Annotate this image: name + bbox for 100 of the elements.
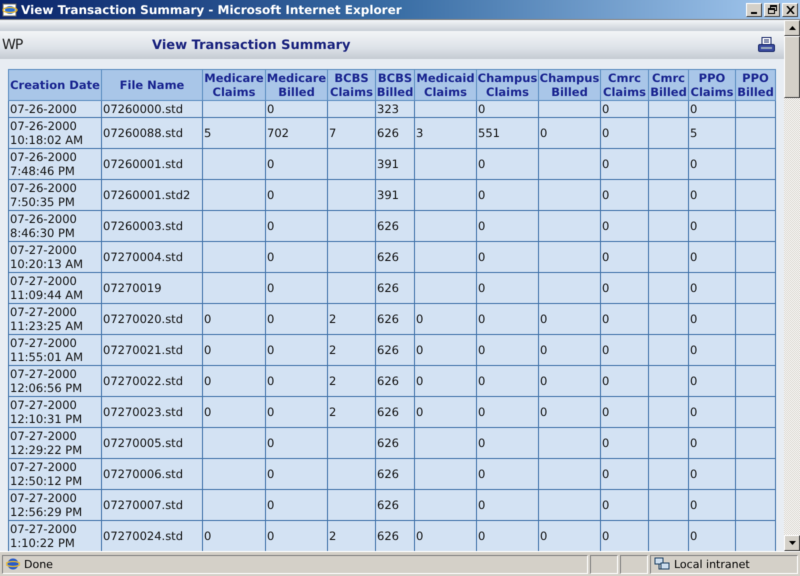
table-cell: 0 xyxy=(538,396,600,428)
table-cell xyxy=(648,334,688,366)
down-arrow-icon xyxy=(788,541,796,545)
table-cell xyxy=(414,490,476,520)
restore-button[interactable] xyxy=(764,2,780,16)
table-cell xyxy=(202,180,266,210)
minimize-button[interactable] xyxy=(746,2,762,16)
scroll-down-button[interactable] xyxy=(784,535,800,551)
table-cell: 626 xyxy=(376,458,414,490)
table-cell xyxy=(328,210,376,242)
table-cell: 0 xyxy=(476,396,538,428)
intranet-icon xyxy=(654,556,670,572)
table-cell: 07260000.std xyxy=(102,100,202,118)
table-cell: 626 xyxy=(376,272,414,304)
table-cell: 0 xyxy=(414,334,476,366)
table-cell: 0 xyxy=(266,304,328,334)
table-cell xyxy=(648,366,688,396)
table-cell: 626 xyxy=(376,396,414,428)
table-cell: 0 xyxy=(600,242,648,272)
table-cell xyxy=(736,490,776,520)
table-cell: 07-27-2000 11:55:01 AM xyxy=(8,334,102,366)
table-cell xyxy=(414,100,476,118)
table-cell: 0 xyxy=(538,304,600,334)
table-cell: 626 xyxy=(376,304,414,334)
table-cell xyxy=(648,428,688,458)
table-cell: 626 xyxy=(376,520,414,551)
table-cell xyxy=(736,304,776,334)
column-header: File Name xyxy=(102,70,202,100)
table-cell: 07270005.std xyxy=(102,428,202,458)
table-cell: 07260001.std2 xyxy=(102,180,202,210)
table-cell xyxy=(648,304,688,334)
column-header: BCBS Billed xyxy=(376,70,414,100)
table-cell: 702 xyxy=(266,118,328,148)
table-cell: 0 xyxy=(688,458,736,490)
table-cell: 0 xyxy=(688,304,736,334)
table-cell xyxy=(736,210,776,242)
table-cell: 2 xyxy=(328,334,376,366)
table-cell: 07-27-2000 1:10:22 PM xyxy=(8,520,102,551)
scroll-thumb[interactable] xyxy=(784,36,800,98)
table-cell xyxy=(538,490,600,520)
scrollbar[interactable] xyxy=(784,20,800,551)
table-cell: 0 xyxy=(600,100,648,118)
table-cell: 0 xyxy=(202,334,266,366)
table-cell xyxy=(736,180,776,210)
close-button[interactable] xyxy=(782,2,798,16)
table-cell: 07-27-2000 10:20:13 AM xyxy=(8,242,102,272)
table-cell: 0 xyxy=(202,366,266,396)
logo-text: WP xyxy=(1,37,24,53)
column-header: Cmrc Claims xyxy=(600,70,648,100)
column-header: BCBS Claims xyxy=(328,70,376,100)
scroll-up-button[interactable] xyxy=(784,20,800,36)
table-cell: 0 xyxy=(476,242,538,272)
table-cell: 0 xyxy=(202,396,266,428)
table-cell xyxy=(736,334,776,366)
table-cell xyxy=(736,118,776,148)
table-cell: 0 xyxy=(476,366,538,396)
table-cell: 07-27-2000 12:56:29 PM xyxy=(8,490,102,520)
table-cell xyxy=(202,458,266,490)
table-cell: 391 xyxy=(376,148,414,180)
table-cell xyxy=(648,272,688,304)
table-cell xyxy=(736,242,776,272)
table-cell: 07-27-2000 12:50:12 PM xyxy=(8,458,102,490)
table-cell: 07-26-2000 xyxy=(8,100,102,118)
table-cell: 0 xyxy=(688,334,736,366)
table-cell xyxy=(736,366,776,396)
printer-icon[interactable] xyxy=(758,37,776,53)
table-cell: 0 xyxy=(688,366,736,396)
table-cell xyxy=(202,100,266,118)
table-cell: 07270007.std xyxy=(102,490,202,520)
table-cell: 07270023.std xyxy=(102,396,202,428)
security-zone: Local intranet xyxy=(674,558,750,570)
table-cell xyxy=(328,100,376,118)
table-cell: 0 xyxy=(600,458,648,490)
table-cell: 0 xyxy=(266,428,328,458)
table-cell xyxy=(202,272,266,304)
table-cell: 0 xyxy=(266,180,328,210)
table-cell xyxy=(538,100,600,118)
table-cell: 07260003.std xyxy=(102,210,202,242)
table-cell xyxy=(328,148,376,180)
table-cell: 0 xyxy=(476,520,538,551)
table-cell xyxy=(414,458,476,490)
table-cell: 0 xyxy=(414,396,476,428)
table-cell: 0 xyxy=(266,366,328,396)
table-cell xyxy=(538,458,600,490)
table-cell: 2 xyxy=(328,366,376,396)
table-cell: 0 xyxy=(476,100,538,118)
table-cell: 0 xyxy=(688,490,736,520)
table-cell xyxy=(538,428,600,458)
table-cell: 5 xyxy=(688,118,736,148)
table-cell: 0 xyxy=(476,334,538,366)
status-pane xyxy=(620,554,648,574)
table-cell xyxy=(202,210,266,242)
table-cell: 0 xyxy=(600,520,648,551)
table-cell: 0 xyxy=(600,366,648,396)
table-cell: 07-27-2000 11:09:44 AM xyxy=(8,272,102,304)
table-cell: 0 xyxy=(476,148,538,180)
table-cell: 0 xyxy=(476,272,538,304)
table-cell xyxy=(414,242,476,272)
table-cell: 626 xyxy=(376,428,414,458)
table-cell: 0 xyxy=(600,148,648,180)
